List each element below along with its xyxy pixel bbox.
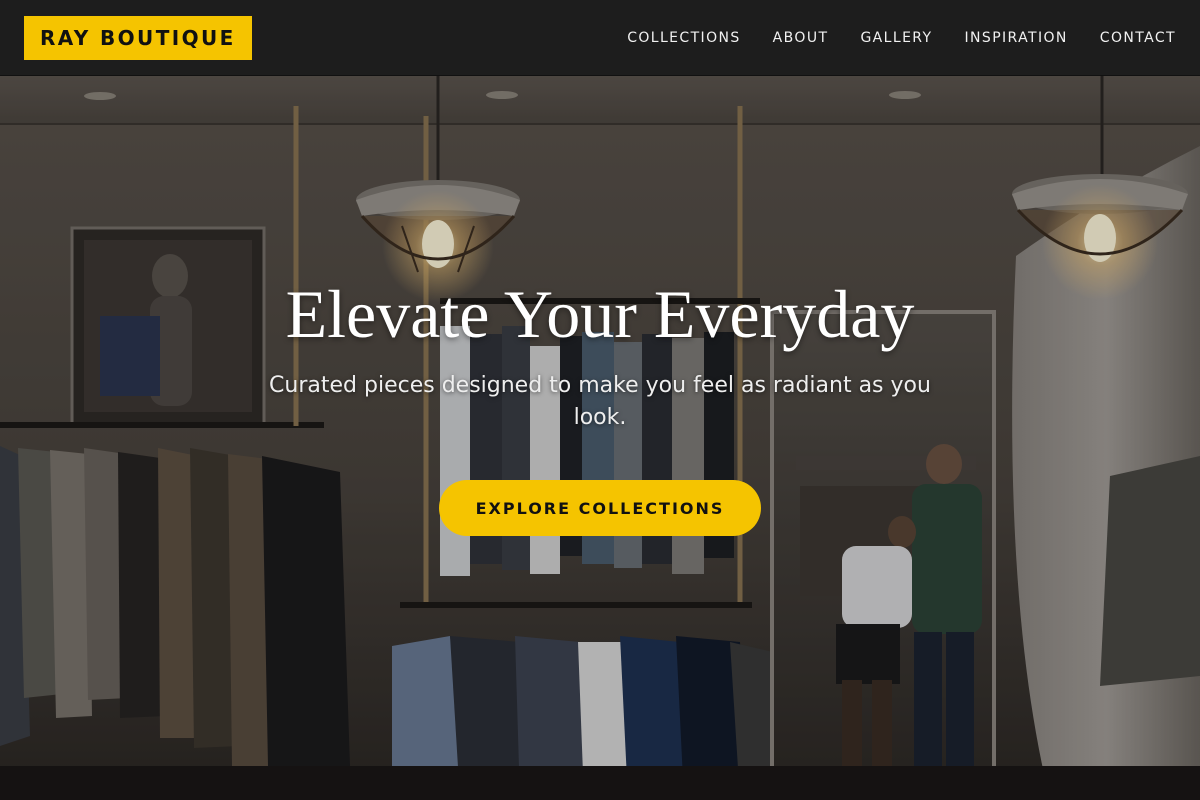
hero-title: Elevate Your Everyday — [285, 276, 915, 352]
main-nav: COLLECTIONS ABOUT GALLERY INSPIRATION CO… — [595, 30, 1176, 46]
hero-subtitle: Curated pieces designed to make you feel… — [269, 373, 931, 430]
hero-content: Elevate Your Everyday Curated pieces des… — [0, 272, 1200, 536]
brand-logo[interactable]: RAY BOUTIQUE — [24, 15, 252, 60]
nav-link-inspiration[interactable]: INSPIRATION — [965, 30, 1068, 46]
nav-link-collections[interactable]: COLLECTIONS — [627, 30, 740, 46]
explore-collections-button[interactable]: EXPLORE COLLECTIONS — [439, 480, 761, 536]
nav-link-gallery[interactable]: GALLERY — [860, 30, 932, 46]
hero-section: Elevate Your Everyday Curated pieces des… — [0, 76, 1200, 800]
nav-link-about[interactable]: ABOUT — [773, 30, 829, 46]
nav-link-contact[interactable]: CONTACT — [1100, 30, 1176, 46]
site-header: RAY BOUTIQUE COLLECTIONS ABOUT GALLERY I… — [0, 0, 1200, 76]
